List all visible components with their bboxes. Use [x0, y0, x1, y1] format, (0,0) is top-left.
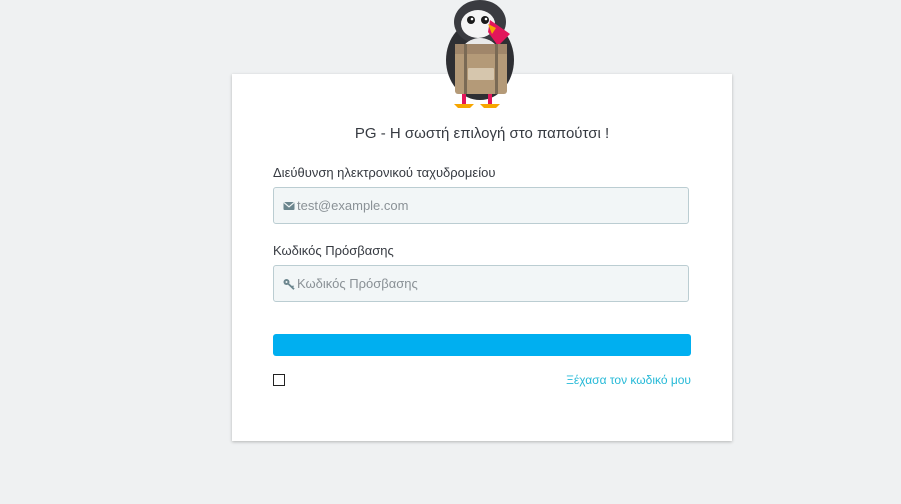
password-input[interactable] — [297, 266, 677, 301]
password-field — [273, 265, 689, 302]
puffin-mascot-logo — [446, 0, 514, 108]
forgot-password-link[interactable]: Ξέχασα τον κωδικό μου — [566, 373, 691, 387]
login-card: PG - Η σωστή επιλογή στο παπούτσι ! Διεύ… — [232, 74, 732, 441]
login-title: PG - Η σωστή επιλογή στο παπούτσι ! — [354, 125, 610, 142]
stay-logged-in-checkbox[interactable] — [273, 374, 285, 386]
login-button[interactable] — [273, 334, 691, 356]
email-label: Διεύθυνση ηλεκτρονικού ταχυδρομείου — [273, 165, 496, 180]
password-label: Κωδικός Πρόσβασης — [273, 243, 394, 258]
key-icon — [283, 279, 295, 290]
email-input[interactable] — [297, 188, 677, 223]
envelope-icon — [283, 201, 295, 210]
email-field — [273, 187, 689, 224]
